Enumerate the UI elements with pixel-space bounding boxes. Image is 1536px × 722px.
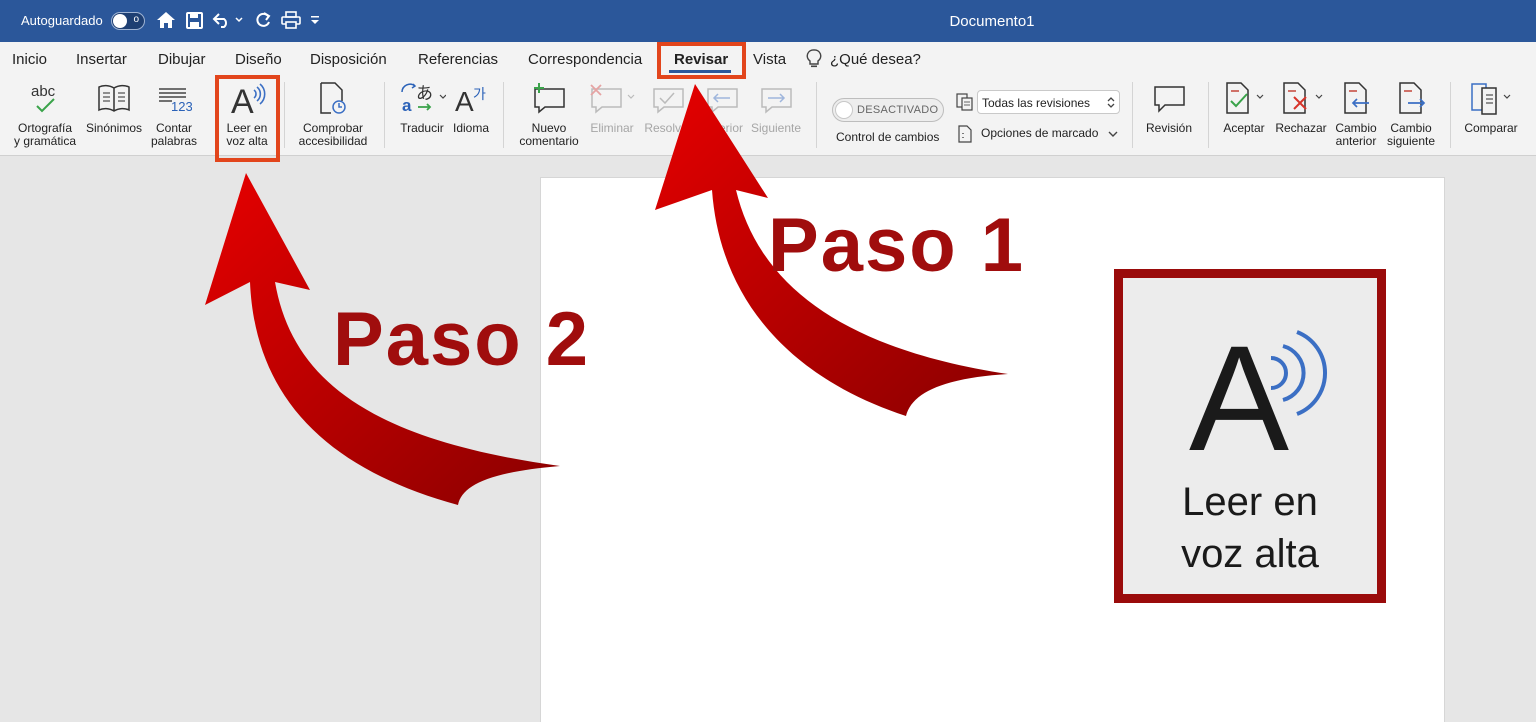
step-2-label: Paso 2 (333, 297, 591, 382)
read-aloud-zoom-callout: A Leer en voz alta (1114, 269, 1386, 603)
step-1-label: Paso 1 (768, 203, 1026, 288)
zoom-label-1: Leer en (1182, 480, 1318, 524)
zoom-label-2: voz alta (1181, 532, 1319, 576)
zoom-read-aloud-text: Leer en voz alta (1123, 476, 1377, 580)
zoom-read-aloud-icon: A (1189, 318, 1328, 458)
